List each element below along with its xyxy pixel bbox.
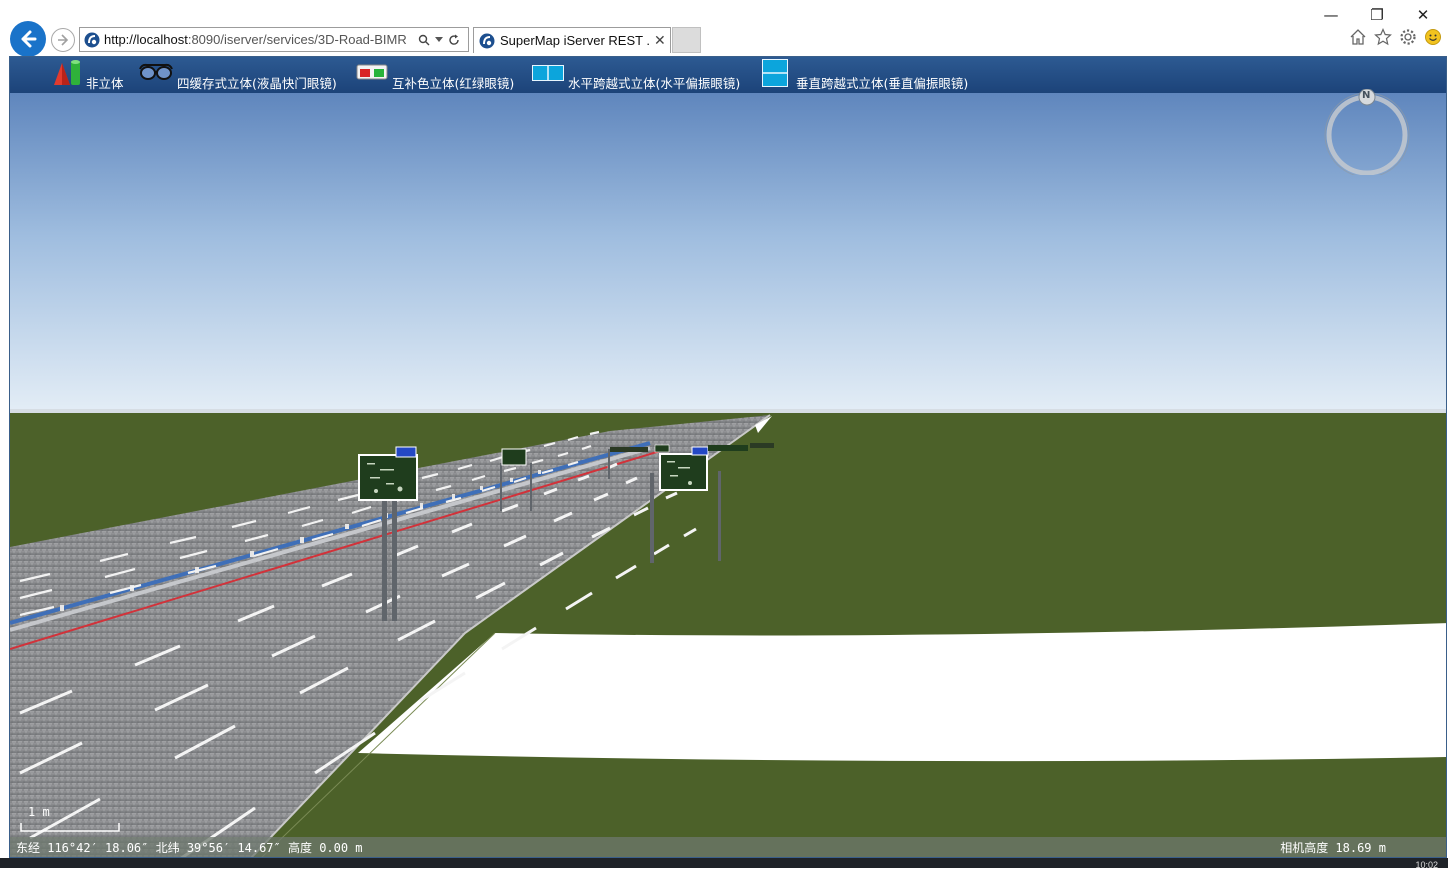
- chevron-down-icon[interactable]: [435, 36, 443, 43]
- stereo-mode-top-bottom-label: 垂直跨越式立体(垂直偏振眼镜): [796, 76, 969, 91]
- home-icon[interactable]: [1349, 28, 1367, 46]
- coordinate-readout: 东经 116°42′ 18.06″ 北纬 39°56′ 14.67″ 高度 0.…: [16, 840, 363, 855]
- close-window-button[interactable]: ✕: [1400, 4, 1446, 26]
- stereo-mode-side-by-side-label: 水平跨越式立体(水平偏振眼镜): [568, 76, 741, 91]
- stereo-mode-none-button[interactable]: 非立体: [52, 57, 124, 93]
- tab-close-icon[interactable]: ✕: [654, 32, 666, 49]
- sky: [10, 93, 1446, 411]
- stereo-mode-none-label: 非立体: [86, 76, 124, 91]
- side-by-side-icon: [532, 65, 564, 81]
- 3d-viewer[interactable]: 非立体 四缓存式立体(液晶快门眼镜) 互补色立体(红绿眼镜) 水平跨越式立体(水…: [9, 56, 1447, 858]
- scale-bar: [20, 823, 120, 832]
- taskbar-clock: 10:02: [1415, 860, 1438, 870]
- compass-ring-icon: [1324, 88, 1410, 178]
- settings-gear-icon[interactable]: [1399, 28, 1417, 46]
- compass-north-label: N: [1362, 90, 1371, 101]
- stereo-mode-quad-buffer-button[interactable]: 四缓存式立体(液晶快门眼镜): [139, 57, 337, 93]
- side-road-white: [358, 623, 1446, 762]
- arrow-left-icon: [21, 30, 37, 48]
- stereo-mode-top-bottom-button[interactable]: 垂直跨越式立体(垂直偏振眼镜): [762, 57, 968, 93]
- tab-title: SuperMap iServer REST ...: [500, 33, 650, 48]
- url-host: http://localhost: [104, 32, 188, 47]
- refresh-icon[interactable]: [448, 34, 460, 46]
- url-path: :8090/iserver/services/3D-Road-BIMR: [187, 32, 407, 47]
- compass-widget[interactable]: N: [1324, 88, 1410, 178]
- anaglyph-glasses-icon: [356, 64, 388, 80]
- supermap-favicon-icon: [84, 32, 100, 47]
- back-button[interactable]: [10, 21, 46, 57]
- status-bar: 东经 116°42′ 18.06″ 北纬 39°56′ 14.67″ 高度 0.…: [10, 837, 1446, 857]
- cone-cylinder-icon: [54, 60, 80, 85]
- camera-height-readout: 相机高度 18.69 m: [1280, 840, 1386, 855]
- top-bottom-icon: [762, 59, 788, 87]
- browser-chrome: http://localhost:8090/iserver/services/3…: [0, 0, 1448, 57]
- horizon-line: [10, 409, 1446, 413]
- shutter-glasses-icon: [139, 63, 173, 80]
- tab-supermap[interactable]: SuperMap iServer REST ... ✕: [473, 27, 671, 53]
- favorites-star-icon[interactable]: [1374, 28, 1392, 46]
- stereo-toolbar: 非立体 四缓存式立体(液晶快门眼镜) 互补色立体(红绿眼镜) 水平跨越式立体(水…: [10, 57, 1446, 93]
- new-tab-button[interactable]: [672, 27, 701, 53]
- taskbar: [0, 858, 1448, 868]
- restore-button[interactable]: ❐: [1354, 4, 1400, 26]
- arrow-right-icon: [58, 34, 69, 46]
- search-icon[interactable]: [418, 34, 430, 46]
- minimize-button[interactable]: —: [1308, 4, 1354, 26]
- feedback-smiley-icon[interactable]: [1424, 28, 1442, 46]
- url-text: http://localhost:8090/iserver/services/3…: [104, 32, 414, 47]
- road-scene: [10, 93, 1446, 857]
- stereo-mode-side-by-side-button[interactable]: 水平跨越式立体(水平偏振眼镜): [532, 57, 740, 93]
- forward-button[interactable]: [51, 28, 75, 52]
- stereo-mode-anaglyph-label: 互补色立体(红绿眼镜): [392, 76, 515, 91]
- stereo-mode-quad-buffer-label: 四缓存式立体(液晶快门眼镜): [177, 76, 337, 91]
- supermap-favicon-icon: [479, 33, 495, 48]
- stereo-mode-anaglyph-button[interactable]: 互补色立体(红绿眼镜): [356, 57, 514, 93]
- address-bar[interactable]: http://localhost:8090/iserver/services/3…: [79, 27, 469, 52]
- 3d-scene[interactable]: [10, 93, 1446, 857]
